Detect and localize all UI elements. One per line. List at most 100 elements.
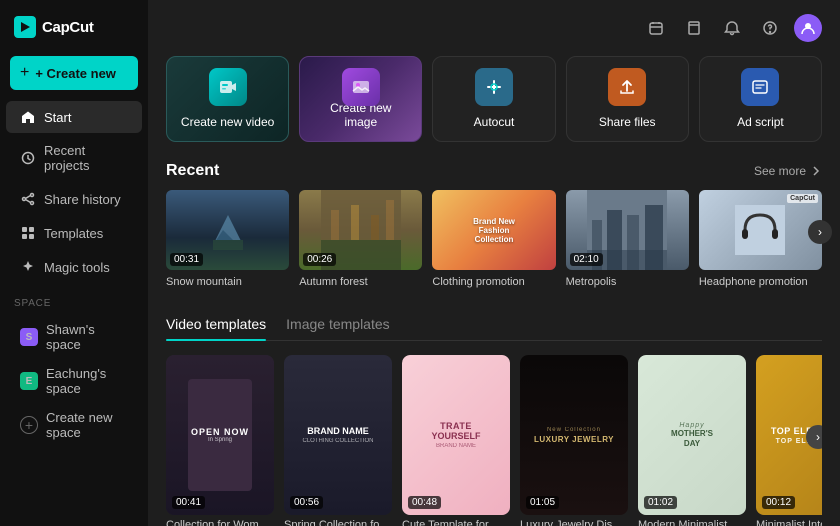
template-card-4[interactable]: New Collection LUXURY JEWELRY 01:05 Luxu… bbox=[520, 355, 628, 526]
create-video-label: Create new video bbox=[181, 115, 274, 129]
logo-icon bbox=[14, 16, 36, 38]
recent-item-2[interactable]: 00:26 Autumn forest bbox=[299, 190, 422, 288]
template-name-5: Modern Minimalist Mother's Day Sale bbox=[638, 519, 746, 526]
image-icon-area bbox=[341, 67, 381, 107]
create-new-space-button[interactable]: + Create new space bbox=[6, 404, 142, 446]
create-video-card[interactable]: Create new video bbox=[166, 56, 289, 142]
share-files-label: Share files bbox=[599, 115, 656, 129]
template-info-5: Modern Minimalist Mother's Day Sale 🔥 28… bbox=[638, 515, 746, 526]
sidebar-item-shawns-space[interactable]: S Shawn's space bbox=[6, 316, 142, 358]
home-icon bbox=[20, 109, 36, 125]
eachungs-avatar: E bbox=[20, 372, 38, 390]
template-thumb-5: Happy MOTHER'SDAY 01:02 bbox=[638, 355, 746, 515]
autocut-icon bbox=[475, 68, 513, 106]
recent-thumb-2: 00:26 bbox=[299, 190, 422, 270]
template-info-6: Minimalist Intelligent Product Promo 🔥 2… bbox=[756, 515, 822, 526]
main-content: Create new video Create new image bbox=[148, 0, 840, 526]
template-card-5[interactable]: Happy MOTHER'SDAY 01:02 Modern Minimalis… bbox=[638, 355, 746, 526]
template-thumb-2: BRAND NAME CLOTHING COLLECTION 00:56 bbox=[284, 355, 392, 515]
recent-label: Recent projects bbox=[44, 143, 128, 173]
recent-name-1: Snow mountain bbox=[166, 276, 289, 288]
t-duration-6: 00:12 bbox=[762, 496, 795, 509]
magic-label: Magic tools bbox=[44, 260, 110, 275]
t-duration-2: 00:56 bbox=[290, 496, 323, 509]
duration-2: 00:26 bbox=[303, 253, 336, 266]
t-duration-5: 01:02 bbox=[644, 496, 677, 509]
recent-item-4[interactable]: 02:10 Metropolis bbox=[566, 190, 689, 288]
share-files-card[interactable]: Share files bbox=[566, 56, 689, 142]
share-label: Share history bbox=[44, 192, 121, 207]
t-duration-1: 00:41 bbox=[172, 496, 205, 509]
recent-item-1[interactable]: 00:31 Snow mountain bbox=[166, 190, 289, 288]
template-thumb-4: New Collection LUXURY JEWELRY 01:05 bbox=[520, 355, 628, 515]
t-duration-4: 01:05 bbox=[526, 496, 559, 509]
templates-grid: OPEN NOW In Spring 00:41 Collection for … bbox=[166, 355, 822, 526]
logo-text: CapCut bbox=[42, 19, 94, 36]
template-info-4: Luxury Jewelry Display Sale 🔥 285k bbox=[520, 515, 628, 526]
templates-label: Templates bbox=[44, 226, 103, 241]
calendar-icon[interactable] bbox=[642, 14, 670, 42]
clock-icon bbox=[20, 150, 36, 166]
ad-script-label: Ad script bbox=[737, 115, 784, 129]
ad-script-icon-area bbox=[740, 67, 780, 107]
user-avatar[interactable] bbox=[794, 14, 822, 42]
sidebar: CapCut + + Create new Start Recent proje… bbox=[0, 0, 148, 526]
recent-thumb-5: CapCut bbox=[699, 190, 822, 270]
recent-name-3: Clothing promotion bbox=[432, 276, 555, 288]
sidebar-item-recent[interactable]: Recent projects bbox=[6, 135, 142, 181]
see-more-button[interactable]: See more bbox=[754, 164, 822, 178]
plus-circle-icon: + bbox=[20, 416, 38, 434]
recent-thumb-4: 02:10 bbox=[566, 190, 689, 270]
template-info-2: Spring Collection for Males' Fashion 🔥 2… bbox=[284, 515, 392, 526]
template-card-3[interactable]: TRATE YOURSELF BRAND NAME 00:48 Cute Tem… bbox=[402, 355, 510, 526]
space-section-label: SPACE bbox=[0, 298, 148, 309]
recent-item-5[interactable]: CapCut Headphone promotion bbox=[699, 190, 822, 288]
recent-name-2: Autumn forest bbox=[299, 276, 422, 288]
template-card-1[interactable]: OPEN NOW In Spring 00:41 Collection for … bbox=[166, 355, 274, 526]
plus-icon: + bbox=[20, 64, 29, 82]
logo: CapCut bbox=[0, 12, 148, 50]
recent-name-4: Metropolis bbox=[566, 276, 689, 288]
autocut-icon-area bbox=[474, 67, 514, 107]
t-duration-3: 00:48 bbox=[408, 496, 441, 509]
share-icon bbox=[20, 191, 36, 207]
topbar bbox=[166, 14, 822, 42]
create-image-card[interactable]: Create new image bbox=[299, 56, 422, 142]
template-name-2: Spring Collection for Males' Fashion bbox=[284, 519, 392, 526]
create-space-label: Create new space bbox=[46, 410, 128, 440]
autocut-label: Autocut bbox=[474, 115, 515, 129]
share-files-icon bbox=[608, 68, 646, 106]
create-new-button[interactable]: + + Create new bbox=[10, 56, 138, 90]
sidebar-item-eachungs-space[interactable]: E Eachung's space bbox=[6, 360, 142, 402]
bell-icon[interactable] bbox=[718, 14, 746, 42]
sidebar-item-start[interactable]: Start bbox=[6, 101, 142, 133]
question-icon[interactable] bbox=[756, 14, 784, 42]
tab-video-templates[interactable]: Video templates bbox=[166, 308, 266, 340]
bookmark-icon[interactable] bbox=[680, 14, 708, 42]
recent-thumb-1: 00:31 bbox=[166, 190, 289, 270]
template-thumb-1: OPEN NOW In Spring 00:41 bbox=[166, 355, 274, 515]
template-name-3: Cute Template for Desserts bbox=[402, 519, 510, 526]
sidebar-item-share-history[interactable]: Share history bbox=[6, 183, 142, 215]
recent-section-header: Recent See more bbox=[166, 162, 822, 180]
recent-title: Recent bbox=[166, 162, 219, 180]
template-info-1: Collection for Women's Outfits 🔥 286k bbox=[166, 515, 274, 526]
template-thumb-3: TRATE YOURSELF BRAND NAME 00:48 bbox=[402, 355, 510, 515]
duration-4: 02:10 bbox=[570, 253, 603, 266]
sidebar-item-templates[interactable]: Templates bbox=[6, 217, 142, 249]
create-btn-label: + Create new bbox=[35, 66, 116, 81]
ad-script-card[interactable]: Ad script bbox=[699, 56, 822, 142]
ad-script-icon bbox=[741, 68, 779, 106]
recent-grid: 00:31 Snow mountain 00:26 bbox=[166, 190, 822, 288]
shawns-avatar: S bbox=[20, 328, 38, 346]
eachungs-space-label: Eachung's space bbox=[46, 366, 128, 396]
recent-item-3[interactable]: Brand NewFashionCollection Clothing prom… bbox=[432, 190, 555, 288]
tab-image-templates[interactable]: Image templates bbox=[286, 308, 390, 340]
autocut-card[interactable]: Autocut bbox=[432, 56, 555, 142]
template-name-6: Minimalist Intelligent Product Promo bbox=[756, 519, 822, 526]
duration-1: 00:31 bbox=[170, 253, 203, 266]
video-icon-area bbox=[208, 67, 248, 107]
template-card-2[interactable]: BRAND NAME CLOTHING COLLECTION 00:56 Spr… bbox=[284, 355, 392, 526]
sidebar-item-magic[interactable]: Magic tools bbox=[6, 251, 142, 283]
recent-next-button[interactable]: › bbox=[808, 220, 832, 244]
